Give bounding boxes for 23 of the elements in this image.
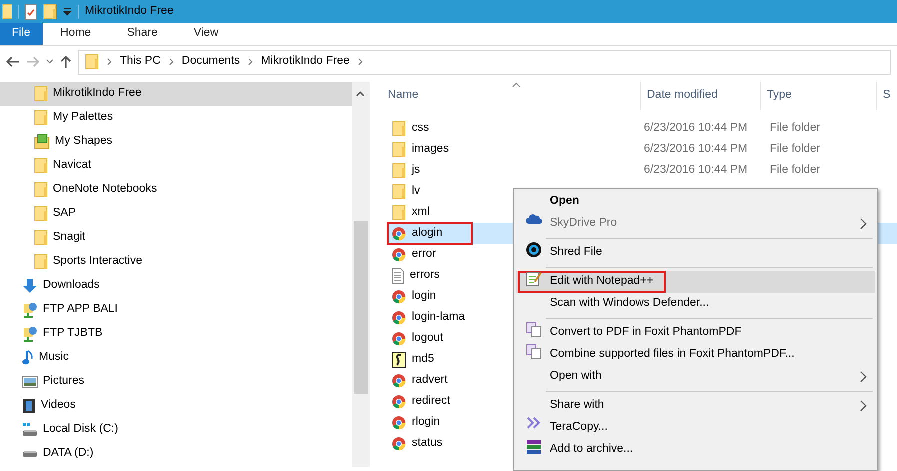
file-name: rlogin: [412, 414, 440, 430]
file-name: login-lama: [412, 310, 466, 325]
file-name: error: [412, 246, 436, 262]
file-name: alogin: [412, 226, 443, 241]
file-name: css: [412, 120, 430, 136]
file-name: redirect: [412, 394, 450, 409]
file-name: logout: [412, 330, 444, 346]
file-type: File folder: [769, 120, 820, 136]
file-name: errors: [410, 268, 440, 283]
file-name: status: [412, 436, 443, 451]
date-modified: 6/23/2016 10:44 PM: [644, 120, 749, 136]
file-name: images: [412, 142, 450, 157]
file-name: radvert: [412, 372, 448, 388]
file-name: login: [412, 288, 436, 304]
file-type: File folder: [769, 162, 820, 178]
file-type: File folder: [769, 142, 820, 157]
file-name: js: [412, 162, 420, 178]
file-name: md5: [412, 352, 434, 367]
date-modified: 6/23/2016 10:44 PM: [644, 142, 749, 157]
file-name: xml: [412, 204, 430, 220]
window-title: MikrotikIndo Free: [85, 4, 174, 19]
date-modified: 6/23/2016 10:44 PM: [644, 162, 749, 178]
file-name: lv: [412, 184, 420, 199]
